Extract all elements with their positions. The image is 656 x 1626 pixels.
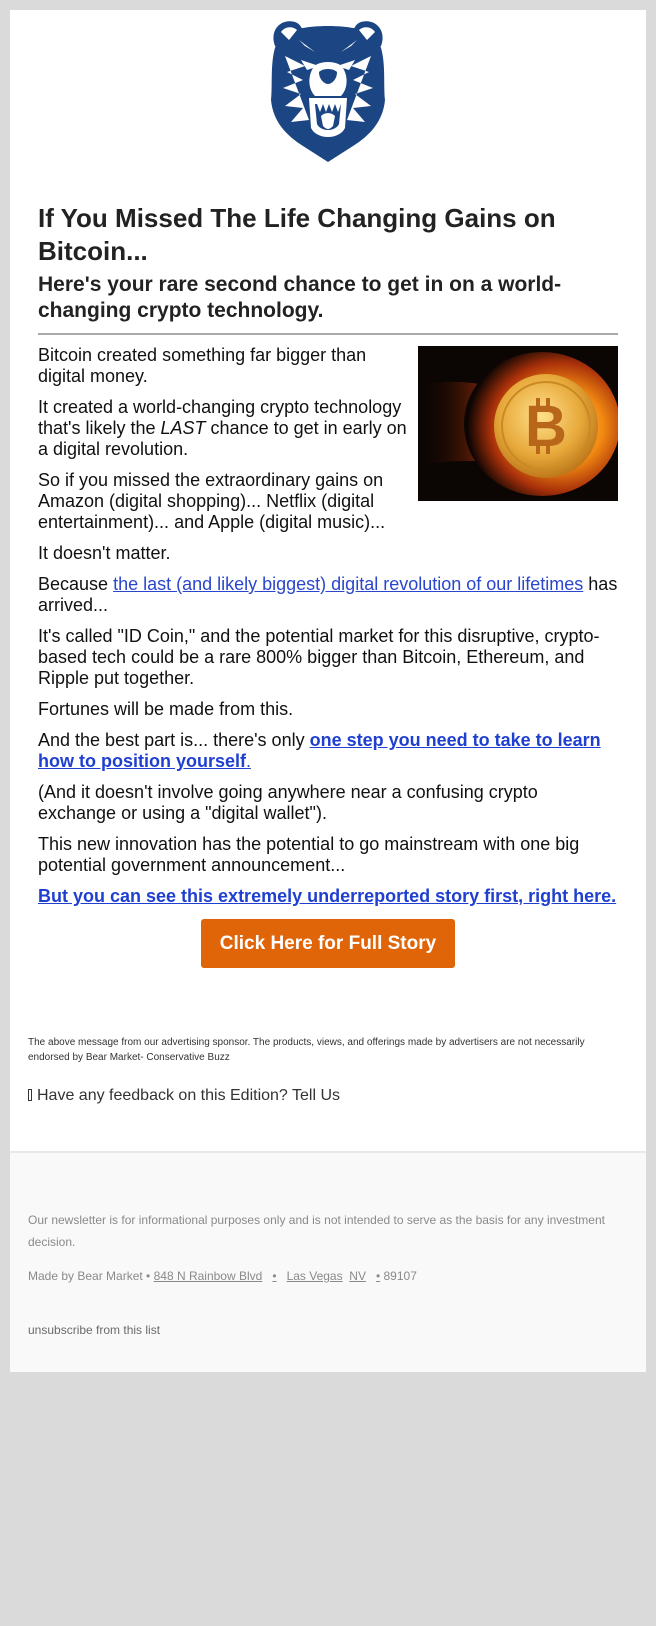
paragraph: Fortunes will be made from this. bbox=[38, 699, 294, 719]
position-yourself-link-tail[interactable]: . bbox=[246, 751, 251, 771]
logo-header bbox=[10, 10, 646, 180]
article: If You Missed The Life Changing Gains on… bbox=[10, 180, 646, 968]
paragraph: This new innovation has the potential to… bbox=[38, 834, 580, 875]
text: And the best part is... there's only bbox=[38, 730, 310, 750]
state-link[interactable]: NV bbox=[349, 1269, 366, 1283]
subheadline: Here's your rare second chance to get in… bbox=[38, 273, 562, 322]
footer-disclaimer: Our newsletter is for informational purp… bbox=[28, 1213, 605, 1249]
footer-address: Made by Bear Market • 848 N Rainbow Blvd… bbox=[28, 1268, 628, 1284]
full-story-button[interactable]: Click Here for Full Story bbox=[200, 919, 456, 968]
paragraph: It's called "ID Coin," and the potential… bbox=[38, 626, 600, 688]
made-by-text: Made by Bear Market • bbox=[28, 1269, 154, 1283]
underreported-story-link[interactable]: But you can see this extremely underrepo… bbox=[38, 886, 616, 906]
flaming-bitcoin-image[interactable]: B bbox=[418, 346, 618, 501]
article-body: B Bitcoin created something far bigger t… bbox=[38, 345, 618, 907]
digital-revolution-link[interactable]: the last (and likely biggest) digital re… bbox=[113, 574, 583, 594]
paragraph: (And it doesn't involve going anywhere n… bbox=[38, 782, 538, 823]
missing-glyph-icon bbox=[28, 1089, 32, 1101]
cta-row: Click Here for Full Story bbox=[38, 919, 618, 968]
footer: Our newsletter is for informational purp… bbox=[10, 1151, 646, 1372]
feedback-row[interactable]: Have any feedback on this Edition? Tell … bbox=[10, 1065, 646, 1151]
headline: If You Missed The Life Changing Gains on… bbox=[38, 203, 556, 266]
zip-text: 89107 bbox=[380, 1269, 417, 1283]
paragraph: But you can see this extremely underrepo… bbox=[38, 886, 618, 907]
street-link[interactable]: 848 N Rainbow Blvd bbox=[154, 1269, 263, 1283]
paragraph: And the best part is... there's only one… bbox=[38, 730, 618, 772]
feedback-link[interactable]: Have any feedback on this Edition? Tell … bbox=[37, 1087, 340, 1104]
sponsor-notice: The above message from our advertising s… bbox=[28, 1037, 585, 1063]
paragraph: Because the last (and likely biggest) di… bbox=[38, 574, 618, 616]
paragraph: It doesn't matter. bbox=[38, 543, 171, 563]
divider bbox=[38, 333, 618, 335]
bitcoin-coin-icon: B bbox=[418, 346, 618, 501]
email-container: If You Missed The Life Changing Gains on… bbox=[10, 10, 646, 1372]
text: Because bbox=[38, 574, 114, 594]
separator-link[interactable]: • bbox=[272, 1269, 276, 1283]
city-link[interactable]: Las Vegas bbox=[287, 1269, 343, 1283]
bear-head-logo bbox=[271, 21, 385, 162]
emphasis-text: LAST bbox=[160, 418, 206, 438]
unsubscribe-link[interactable]: unsubscribe from this list bbox=[28, 1323, 160, 1337]
